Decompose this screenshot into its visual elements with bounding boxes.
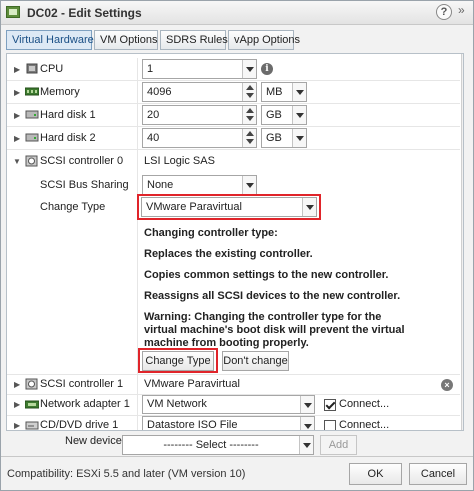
memory-input[interactable]: 4096: [142, 82, 257, 102]
change-type-select[interactable]: VMware Paravirtual: [141, 197, 317, 217]
network-connect-label: Connect...: [339, 398, 390, 410]
hard-disk-1-unit-select[interactable]: GB: [261, 105, 307, 125]
remove-icon[interactable]: ×: [441, 379, 453, 391]
hard-disk-2-row: ▶ Hard disk 2 40 GB: [7, 127, 460, 150]
cpu-label: CPU: [40, 63, 64, 75]
memory-icon: [24, 86, 40, 97]
change-warning: Warning: Changing the controller type fo…: [144, 311, 405, 349]
chevron-down-icon: [242, 176, 256, 194]
scsi-controller-0-type: LSI Logic SAS: [144, 155, 215, 167]
add-device-button[interactable]: Add: [320, 435, 357, 455]
spinner-icon[interactable]: [242, 83, 256, 101]
scsi-controller-1-row: ▶ SCSI controller 1 VMware Paravirtual ×: [7, 375, 460, 395]
new-device-select[interactable]: -------- Select --------: [122, 435, 314, 455]
disk-icon: [25, 109, 39, 120]
chevron-down-icon: [292, 129, 306, 147]
memory-label: Memory: [40, 86, 80, 98]
change-note-heading: Changing controller type:: [144, 227, 278, 239]
network-icon: [24, 399, 40, 410]
chevron-down-icon: [299, 436, 313, 454]
new-device-label: New device:: [65, 435, 125, 447]
menu-icon[interactable]: »: [458, 3, 465, 17]
window-title: DC02 - Edit Settings: [27, 6, 142, 20]
cpu-select[interactable]: 1: [142, 59, 257, 79]
scsi-controller-1-label: SCSI controller 1: [40, 378, 124, 390]
scsi-controller-0-label: SCSI controller 0: [40, 155, 124, 167]
expand-icon[interactable]: ▶: [14, 400, 20, 409]
compatibility-text: Compatibility: ESXi 5.5 and later (VM ve…: [7, 468, 246, 480]
cpu-row: ▶ CPU 1 i: [7, 58, 460, 81]
scsi-icon: [25, 378, 39, 390]
tab-sdrs-rules[interactable]: SDRS Rules: [160, 30, 228, 50]
change-note-copy: Copies common settings to the new contro…: [144, 269, 389, 281]
hard-disk-2-label: Hard disk 2: [40, 132, 96, 144]
network-connect-checkbox[interactable]: [324, 399, 336, 411]
tab-vm-options[interactable]: VM Options: [94, 30, 158, 50]
hardware-panel: ▶ CPU 1 i ▶ Memory 4096 MB ▶ Hard disk 1…: [6, 53, 464, 431]
spinner-icon[interactable]: [242, 129, 256, 147]
hard-disk-1-size-input[interactable]: 20: [142, 105, 257, 125]
tab-virtual-hardware[interactable]: Virtual Hardware: [6, 30, 94, 50]
expand-icon[interactable]: ▶: [14, 380, 20, 389]
network-adapter-1-label: Network adapter 1: [40, 398, 130, 410]
chevron-down-icon: [242, 60, 256, 78]
info-icon[interactable]: i: [261, 63, 273, 75]
scsi-bus-sharing-select[interactable]: None: [142, 175, 257, 195]
memory-row: ▶ Memory 4096 MB: [7, 81, 460, 104]
change-note-reassign: Reassigns all SCSI devices to the new co…: [144, 290, 401, 302]
hard-disk-1-label: Hard disk 1: [40, 109, 96, 121]
ok-button[interactable]: OK: [349, 463, 402, 485]
scsi-icon: [25, 155, 39, 167]
vertical-scrollbar[interactable]: ▲ ▼: [461, 54, 463, 430]
collapse-icon[interactable]: ▼: [13, 157, 21, 166]
expand-icon[interactable]: ▶: [14, 88, 20, 97]
expand-icon[interactable]: ▶: [14, 65, 20, 74]
cdrom-icon: [25, 420, 39, 430]
title-bar: DC02 - Edit Settings ? »: [1, 1, 473, 25]
scsi-controller-1-type: VMware Paravirtual: [144, 378, 240, 390]
cancel-button[interactable]: Cancel: [409, 463, 467, 485]
dont-change-button[interactable]: Don't change: [222, 351, 289, 371]
edit-settings-dialog: DC02 - Edit Settings ? » Virtual Hardwar…: [0, 0, 474, 491]
help-icon[interactable]: ?: [436, 4, 452, 20]
dialog-footer: Compatibility: ESXi 5.5 and later (VM ve…: [1, 456, 473, 490]
chevron-down-icon: [292, 83, 306, 101]
chevron-down-icon: [302, 198, 316, 216]
cd-dvd-select[interactable]: Datastore ISO File: [142, 416, 315, 430]
network-adapter-1-row: ▶ Network adapter 1 VM Network Connect..…: [7, 395, 460, 416]
chevron-down-icon: [292, 106, 306, 124]
network-select[interactable]: VM Network: [142, 395, 315, 414]
tab-vapp-options[interactable]: vApp Options: [228, 30, 300, 50]
hard-disk-2-unit-select[interactable]: GB: [261, 128, 307, 148]
cd-dvd-connect-checkbox[interactable]: [324, 420, 336, 430]
disk-icon: [25, 132, 39, 143]
vm-icon: [6, 6, 20, 18]
spinner-icon[interactable]: [242, 106, 256, 124]
hard-disk-2-size-input[interactable]: 40: [142, 128, 257, 148]
chevron-down-icon: [300, 417, 314, 430]
cd-dvd-connect-label: Connect...: [339, 419, 390, 431]
change-type-label: Change Type: [40, 201, 106, 213]
cpu-icon: [25, 63, 39, 74]
cd-dvd-drive-1-row: ▶ CD/DVD drive 1 Datastore ISO File Conn…: [7, 416, 460, 431]
expand-icon[interactable]: ▶: [14, 134, 20, 143]
chevron-down-icon: [300, 396, 314, 413]
scsi-controller-0-section: ▼ SCSI controller 0 LSI Logic SAS SCSI B…: [7, 150, 460, 375]
hard-disk-1-row: ▶ Hard disk 1 20 GB: [7, 104, 460, 127]
cd-dvd-drive-1-label: CD/DVD drive 1: [40, 419, 119, 431]
expand-icon[interactable]: ▶: [14, 421, 20, 430]
scsi-bus-sharing-label: SCSI Bus Sharing: [40, 179, 129, 191]
expand-icon[interactable]: ▶: [14, 111, 20, 120]
change-type-button[interactable]: Change Type: [142, 351, 214, 371]
memory-unit-select[interactable]: MB: [261, 82, 307, 102]
change-note-replace: Replaces the existing controller.: [144, 248, 313, 260]
